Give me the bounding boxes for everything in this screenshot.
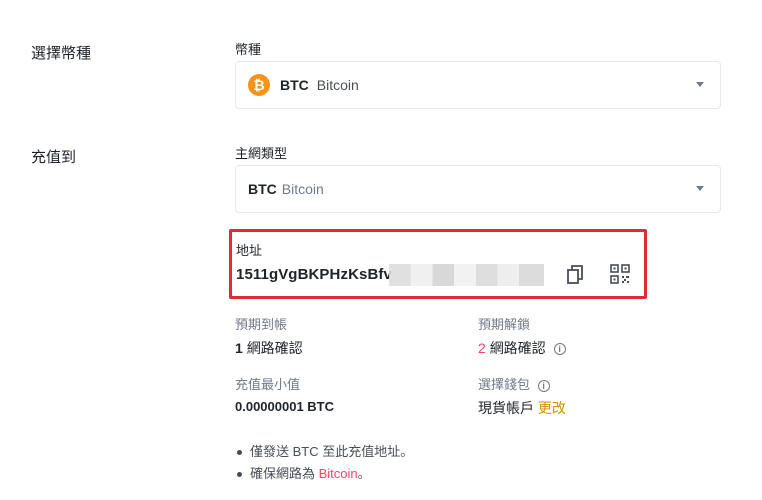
network-select[interactable]: BTC Bitcoin: [235, 165, 721, 213]
address-redacted-blur: [389, 264, 544, 286]
network-link[interactable]: Bitcoin: [319, 466, 358, 481]
info-icon[interactable]: i: [537, 379, 550, 392]
wallet-select-label-text: 選擇錢包: [478, 377, 531, 392]
change-wallet-link[interactable]: 更改: [538, 400, 566, 416]
coin-select[interactable]: ₿ BTC Bitcoin: [235, 61, 721, 109]
section-label-deposit-to: 充值到: [31, 149, 77, 166]
section-label-select-coin: 選擇幣種: [31, 45, 92, 62]
copy-icon[interactable]: [565, 263, 587, 285]
wallet-value: 現貨帳戶 更改: [478, 398, 566, 418]
note-text-suffix: 。: [357, 466, 371, 481]
expected-unlock-value: 2 網路確認 i: [478, 338, 566, 358]
min-deposit-value: 0.00000001 BTC: [235, 399, 335, 414]
network-name: Bitcoin: [281, 181, 324, 197]
expected-arrival-text: 網路確認: [246, 340, 303, 356]
expected-arrival-label: 預期到帳: [235, 317, 288, 332]
deposit-notes: 僅發送 BTC 至此充值地址。 確保網路為 Bitcoin。: [235, 441, 413, 485]
wallet-select-label: 選擇錢包 i: [478, 374, 550, 393]
min-deposit-label: 充值最小值: [235, 377, 301, 392]
deposit-address-box: 地址 1511gVgBKPHzKsBfv: [229, 229, 647, 299]
address-value[interactable]: 1511gVgBKPHzKsBfv: [236, 266, 392, 283]
chevron-down-icon: [696, 82, 704, 87]
expected-unlock-text: 網路確認: [489, 340, 546, 356]
network-field-label: 主網類型: [235, 146, 288, 161]
qr-code-icon[interactable]: [609, 263, 631, 285]
bitcoin-icon: ₿: [248, 74, 270, 96]
expected-arrival-value: 1 網路確認: [235, 338, 303, 358]
coin-field-label: 幣種: [235, 42, 262, 57]
note-text: 僅發送 BTC 至此充值地址。: [250, 444, 414, 459]
network-symbol: BTC: [248, 181, 277, 197]
expected-arrival-count: 1: [235, 340, 243, 356]
expected-unlock-label: 預期解鎖: [478, 317, 531, 332]
note-item: 確保網路為 Bitcoin。: [235, 463, 413, 485]
note-text-prefix: 確保網路為: [250, 466, 319, 481]
note-item: 僅發送 BTC 至此充值地址。: [235, 441, 413, 463]
coin-symbol: BTC: [280, 77, 309, 93]
chevron-down-icon: [696, 186, 704, 191]
wallet-name: 現貨帳戶: [478, 400, 534, 416]
expected-unlock-count: 2: [478, 340, 486, 356]
address-label: 地址: [236, 243, 263, 258]
info-icon[interactable]: i: [553, 343, 566, 356]
coin-name: Bitcoin: [316, 77, 359, 93]
